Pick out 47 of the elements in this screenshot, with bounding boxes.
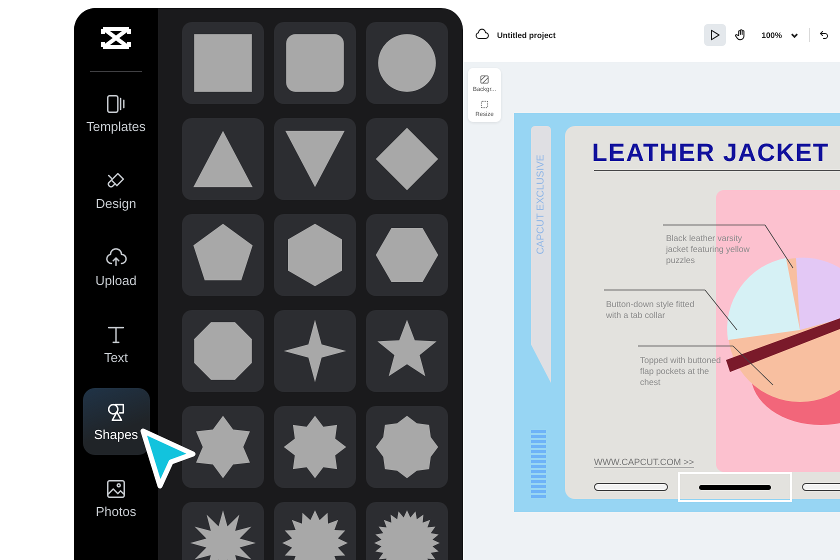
shape-tile[interactable] [366,22,448,104]
chevron-down-icon[interactable] [790,30,799,40]
stripes-drawing [531,430,546,500]
text-icon [105,324,127,346]
sidebar-item[interactable]: Design [82,157,150,224]
shape-tile[interactable] [182,22,264,104]
page-indicator[interactable] [594,483,668,491]
annotation-text: Black leather varsity jacket featuring yellow puzzles [666,233,751,266]
shape-tile[interactable] [182,406,264,488]
shape-tile[interactable] [274,22,356,104]
annotation-text: Button-down style fitted with a tab collar [606,299,696,321]
shape-tile[interactable] [274,118,356,200]
poster-background[interactable]: CAPCUT EXCLUSIVE LEATHER JACKET Black leather varsity jacket featuring yellow puzzles Button-down style fitted with a tab collar Topped with buttoned flap pockets at the chest WWW.CAPCUT.COM >> [514,113,840,512]
image-icon [105,478,127,500]
shape-tile[interactable] [274,502,356,560]
shape-tile[interactable] [366,118,448,200]
cloud-icon[interactable] [475,28,489,42]
resize-icon [479,99,490,110]
shape-tile[interactable] [366,502,448,560]
sidebar-item[interactable]: Upload [82,234,150,301]
pointer-tool-button[interactable] [704,24,726,46]
cloud-upload-icon [105,247,127,269]
shape-tile[interactable] [182,118,264,200]
background-icon [479,74,490,85]
sidebar-item[interactable]: Photos [82,465,150,532]
shape-tile[interactable] [366,310,448,392]
project-title[interactable]: Untitled project [497,30,556,40]
templates-icon [105,93,127,115]
shape-tile[interactable] [182,310,264,392]
shape-tile[interactable] [274,214,356,296]
annotation-text: Topped with buttoned flap pockets at the chest [640,355,722,388]
shape-tile[interactable] [274,310,356,392]
side-text: CAPCUT EXCLUSIVE [536,154,546,254]
shape-tile[interactable] [366,406,448,488]
undo-icon[interactable] [818,29,830,41]
shape-tile[interactable] [182,214,264,296]
zoom-level[interactable]: 100% [762,30,782,40]
app-logo [101,26,131,50]
shapes-icon [105,401,127,423]
shape-tile[interactable] [182,502,264,560]
sidebar-item[interactable]: Templates [82,80,150,147]
sidebar-item[interactable]: Shapes [82,388,150,455]
shape-tile[interactable] [274,406,356,488]
shape-tile[interactable] [366,214,448,296]
website-url: WWW.CAPCUT.COM >> [594,457,694,468]
sidebar-item[interactable]: Text [82,311,150,378]
poster-title: LEATHER JACKET [592,139,830,168]
